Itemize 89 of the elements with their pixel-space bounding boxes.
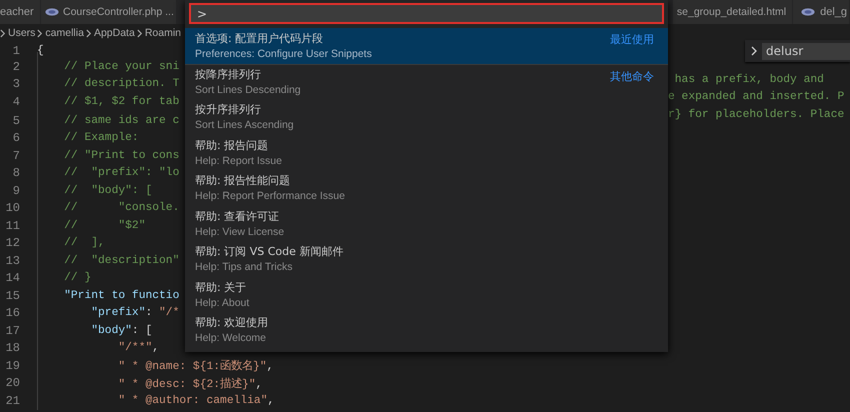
- code-line: // }: [63, 272, 92, 284]
- code-line: // "body": [: [63, 184, 152, 197]
- command-detail: Preferences: Configure User Snippets: [195, 48, 372, 60]
- command-label: 帮助: 欢迎使用: [195, 315, 268, 330]
- line-number: 9: [12, 184, 20, 198]
- code-line: // "prefix": "lo: [63, 167, 180, 180]
- code-line: // same ids are c: [63, 114, 180, 127]
- line-number: 21: [4, 394, 20, 408]
- editor-tab[interactable]: CourseController.php ...: [41, 0, 177, 24]
- command-label: 帮助: 关于: [195, 280, 246, 295]
- command-detail: Sort Lines Ascending: [195, 119, 294, 132]
- code-line: // "$2": [63, 220, 146, 232]
- line-number: 8: [12, 166, 20, 180]
- line-number: 4: [12, 94, 20, 108]
- command-item[interactable]: 帮助: 报告性能问题 Help: Report Performance Issue: [185, 170, 668, 206]
- chevron-icon: [37, 28, 44, 38]
- code-line: // Example:: [63, 132, 139, 144]
- editor-tab[interactable]: del_g: [793, 0, 850, 24]
- code-line: " * @desc: ${2:描述}",: [117, 376, 262, 391]
- editor-tab[interactable]: se_group_detailed.html: [672, 0, 794, 24]
- chevron-icon: [0, 28, 6, 38]
- code-line: // "description": [63, 254, 180, 267]
- line-number: 3: [12, 77, 20, 91]
- command-detail: Help: Welcome: [195, 332, 266, 344]
- chevron-icon: [136, 28, 143, 38]
- group-label: 最近使用: [610, 32, 654, 47]
- editor-tab[interactable]: eacher: [0, 0, 41, 24]
- code-line: has a prefix, body and: [674, 74, 824, 86]
- code-line: " * @name: ${1:函数名}",: [117, 358, 274, 374]
- line-number: 7: [12, 148, 20, 163]
- command-detail: Help: View License: [195, 226, 284, 238]
- line-number: 13: [4, 254, 20, 268]
- command-item[interactable]: 首选项: 配置用户代码片段 Preferences: Configure User Snippets 最近使用: [185, 28, 668, 64]
- command-detail: Help: Tips and Tricks: [195, 261, 292, 274]
- code-line: // "Print to cons: [63, 150, 180, 162]
- code-line: // description. T: [63, 78, 180, 90]
- code-line: "body": [: [90, 324, 152, 337]
- code-line: // "console.: [63, 202, 180, 214]
- line-number: 15: [4, 288, 20, 303]
- find-input[interactable]: delusr: [762, 42, 850, 60]
- line-number: 5: [12, 114, 20, 128]
- code-line: " * @author: camellia",: [117, 394, 274, 407]
- code-line: "/**",: [117, 342, 160, 354]
- code-line: r} for placeholders. Place: [668, 108, 844, 120]
- command-item[interactable]: 按升序排列行 Sort Lines Ascending: [185, 99, 668, 134]
- breadcrumb-item[interactable]: Users: [8, 27, 36, 39]
- chevron-icon: [86, 28, 92, 38]
- command-label: 帮助: 订阅 VS Code 新闻邮件: [195, 244, 344, 260]
- command-input[interactable]: >: [189, 3, 664, 24]
- line-number: 2: [12, 60, 20, 74]
- command-label: 按升序排列行: [195, 102, 261, 118]
- code-line: e expanded and inserted. P: [668, 91, 844, 103]
- line-number: 12: [4, 236, 20, 250]
- command-label: 帮助: 报告性能问题: [195, 173, 290, 188]
- code-line: // $1, $2 for tab: [63, 96, 180, 108]
- line-number: 11: [4, 218, 20, 233]
- code-line: "prefix": "/*: [90, 307, 180, 320]
- command-detail: Sort Lines Descending: [195, 84, 301, 96]
- line-number: 17: [4, 324, 20, 338]
- group-label: 其他命令: [610, 68, 654, 84]
- line-number: 10: [4, 201, 20, 216]
- command-label: 帮助: 报告问题: [195, 138, 268, 153]
- code-line: // ],: [63, 237, 105, 250]
- breadcrumb-item[interactable]: Roamin: [144, 27, 181, 39]
- line-number: 18: [4, 341, 20, 356]
- command-detail: Help: Report Performance Issue: [195, 190, 345, 202]
- line-number: 1: [12, 44, 20, 58]
- line-number: 16: [4, 306, 20, 320]
- line-number: 20: [4, 376, 20, 390]
- line-number: 6: [12, 131, 20, 146]
- command-item[interactable]: 按降序排列行 Sort Lines Descending 其他命令: [185, 64, 668, 99]
- command-item[interactable]: 帮助: 报告问题 Help: Report Issue: [185, 134, 668, 170]
- breadcrumb-item[interactable]: camellia: [45, 27, 84, 39]
- chevron-icon[interactable]: [751, 46, 758, 56]
- command-detail: Help: Report Issue: [195, 154, 282, 167]
- command-detail: Help: About: [195, 296, 250, 309]
- command-label: 帮助: 查看许可证: [195, 208, 280, 224]
- line-number: 19: [4, 358, 20, 373]
- command-label: 首选项: 配置用户代码片段: [195, 31, 324, 46]
- command-item[interactable]: 帮助: 关于 Help: About: [185, 276, 668, 312]
- breadcrumb-item[interactable]: AppData: [94, 27, 135, 39]
- code-line: {: [37, 44, 44, 57]
- command-item[interactable]: 帮助: 欢迎使用 Help: Welcome: [185, 312, 668, 348]
- line-number: 14: [4, 271, 20, 286]
- command-label: 按降序排列行: [195, 67, 261, 82]
- command-item[interactable]: 帮助: 查看许可证 Help: View License: [185, 206, 668, 241]
- command-item[interactable]: 帮助: 订阅 VS Code 新闻邮件 Help: Tips and Tricks: [185, 241, 668, 276]
- code-line: // Place your sni: [63, 60, 180, 72]
- code-line: "Print to functio: [63, 290, 180, 302]
